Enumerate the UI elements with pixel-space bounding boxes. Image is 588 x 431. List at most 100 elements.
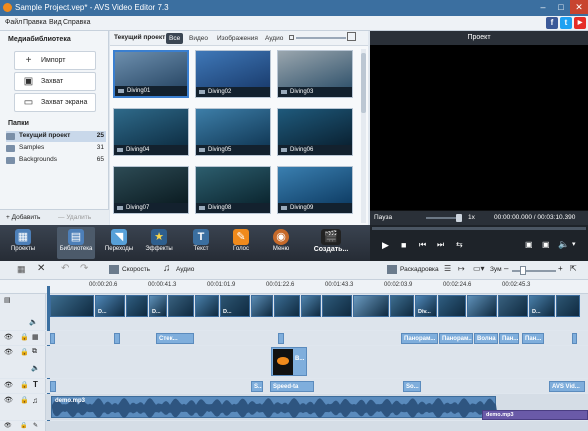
video-clip[interactable] (195, 295, 219, 317)
media-thumbnail[interactable]: Diving02 (195, 50, 271, 98)
overlay-track[interactable]: В... (46, 346, 588, 378)
youtube-icon[interactable]: ▶ (574, 17, 586, 29)
visibility-icon[interactable]: 👁 (4, 396, 13, 404)
media-thumbnail[interactable]: Diving01 (113, 50, 189, 98)
video-clip[interactable] (390, 295, 414, 317)
text-track[interactable]: S... Speed-ta So... AVS Vid... (46, 379, 588, 393)
visibility-icon[interactable]: 👁 (4, 422, 12, 429)
effect-clip[interactable]: Пан... (522, 333, 544, 344)
media-thumbnail[interactable]: Diving09 (277, 166, 353, 214)
video-clip[interactable]: D... (149, 295, 167, 317)
video-clip[interactable] (498, 295, 528, 317)
undo-icon[interactable]: ↶ (61, 263, 69, 274)
menu-file[interactable]: Файл (5, 19, 22, 26)
create-button[interactable]: 🎬 Создать... (308, 227, 354, 259)
video-clip[interactable] (126, 295, 148, 317)
effect-clip[interactable]: Стек... (156, 333, 194, 344)
video-clip[interactable] (556, 295, 580, 317)
text-clip[interactable]: Speed-ta (270, 381, 314, 392)
audio-track[interactable]: demo.mp3 demo.mp3 (46, 394, 588, 420)
lock-icon[interactable]: 🔒 (20, 333, 29, 341)
video-clip[interactable]: D... (95, 295, 125, 317)
effect-marker[interactable] (50, 333, 55, 344)
text-button[interactable]: T Текст (182, 227, 220, 259)
menu-button[interactable]: ◉ Меню (262, 227, 300, 259)
capture-button[interactable]: ▣ Захват (14, 72, 96, 91)
visibility-icon[interactable]: 👁 (4, 381, 13, 389)
effect-marker[interactable] (278, 333, 284, 344)
video-clip[interactable]: D... (220, 295, 250, 317)
media-thumbnail[interactable]: Diving06 (277, 108, 353, 156)
effect-clip[interactable]: Панорам... (401, 333, 438, 344)
timeline-ruler[interactable]: 00:00:20.6 00:00:41.3 00:01:01.9 00:01:22.6… (0, 280, 588, 294)
audio-clip-2[interactable]: demo.mp3 (482, 410, 588, 420)
media-thumbnail[interactable]: Diving03 (277, 50, 353, 98)
media-thumbnail[interactable]: Diving05 (195, 108, 271, 156)
play-icon[interactable]: ▶ (382, 240, 389, 251)
voice-track[interactable] (46, 421, 588, 431)
zoom-slider[interactable] (512, 270, 556, 272)
mute-icon[interactable]: 🔈 (29, 318, 38, 326)
screen-capture-button[interactable]: ▭ Захват экрана (14, 93, 96, 112)
lock-icon[interactable]: 🔒 (20, 396, 29, 404)
effects-button[interactable]: ★ Эффекты (140, 227, 178, 259)
delete-folder-button[interactable]: — Удалить (58, 214, 91, 221)
overlay-clip[interactable]: В... (271, 347, 307, 376)
projects-button[interactable]: ▦ Проекты (4, 227, 42, 259)
library-button[interactable]: ▤ Библиотека (57, 227, 95, 259)
effect-clip[interactable]: Панорам... (439, 333, 473, 344)
video-clip[interactable] (50, 295, 94, 317)
voice-button[interactable]: ✎ Голос (222, 227, 260, 259)
folder-backgrounds[interactable]: Backgrounds 65 (6, 155, 106, 166)
filter-all-tab[interactable]: Все (166, 33, 184, 44)
video-clip[interactable] (467, 295, 497, 317)
delete-icon[interactable]: ✕ (37, 263, 45, 274)
menu-help[interactable]: Справка (63, 19, 90, 26)
text-clip[interactable]: AVS Vid... (549, 381, 585, 392)
effect-marker[interactable] (572, 333, 577, 344)
monitor-dropdown-icon[interactable]: ▭▾ (473, 264, 485, 273)
stop-icon[interactable]: ■ (401, 240, 406, 250)
lock-icon[interactable]: 🔒 (20, 381, 29, 389)
add-folder-button[interactable]: + Добавить (6, 214, 40, 221)
maximize-button[interactable]: □ (552, 0, 570, 14)
lock-icon[interactable]: 🔒 (20, 422, 27, 429)
fullscreen-toggle-icon[interactable]: ⇆ (456, 240, 463, 249)
media-thumbnail[interactable]: Diving04 (113, 108, 189, 156)
video-clip[interactable] (168, 295, 194, 317)
volume-dropdown-icon[interactable]: ▾ (572, 240, 576, 248)
storyboard-button[interactable]: Раскадровка (400, 266, 439, 273)
video-track[interactable]: D... D... D... Div... D... (46, 294, 588, 330)
video-clip[interactable] (438, 295, 466, 317)
effect-marker[interactable] (114, 333, 120, 344)
zoom-out-icon[interactable]: – (504, 264, 508, 273)
media-thumbnail[interactable]: Diving07 (113, 166, 189, 214)
filter-images-tab[interactable]: Изображения (214, 33, 261, 44)
previous-icon[interactable]: ⏮ (419, 240, 426, 250)
video-clip[interactable] (251, 295, 273, 317)
close-button[interactable]: ✕ (570, 0, 588, 14)
twitter-icon[interactable]: t (560, 17, 572, 29)
video-clip[interactable]: D... (529, 295, 555, 317)
detach-preview-icon[interactable]: ▣ (525, 240, 533, 249)
lock-icon[interactable]: 🔒 (20, 348, 29, 356)
text-clip[interactable]: S... (251, 381, 263, 392)
volume-icon[interactable]: 🔈 (558, 239, 569, 250)
menu-view[interactable]: Вид (49, 19, 62, 26)
expand-icon[interactable]: ⇱ (570, 264, 577, 273)
fit-timeline-icon[interactable]: ↦ (458, 264, 465, 273)
scrollbar-thumb[interactable] (361, 53, 366, 113)
facebook-icon[interactable]: f (546, 17, 558, 29)
folder-current-project[interactable]: Текущий проект 25 (6, 131, 106, 142)
video-clip[interactable] (322, 295, 352, 317)
video-clip[interactable] (274, 295, 300, 317)
menu-edit[interactable]: Правка (23, 19, 47, 26)
thumb-size-slider[interactable] (296, 37, 346, 39)
snapshot-icon[interactable]: ▣ (542, 240, 550, 249)
video-clip[interactable] (353, 295, 389, 317)
trim-icon[interactable]: ▦ (17, 264, 26, 275)
speed-button[interactable]: Скорость (122, 266, 150, 273)
audio-button[interactable]: Аудио (176, 266, 194, 273)
position-slider[interactable] (372, 227, 586, 230)
folder-samples[interactable]: Samples 31 (6, 143, 106, 154)
